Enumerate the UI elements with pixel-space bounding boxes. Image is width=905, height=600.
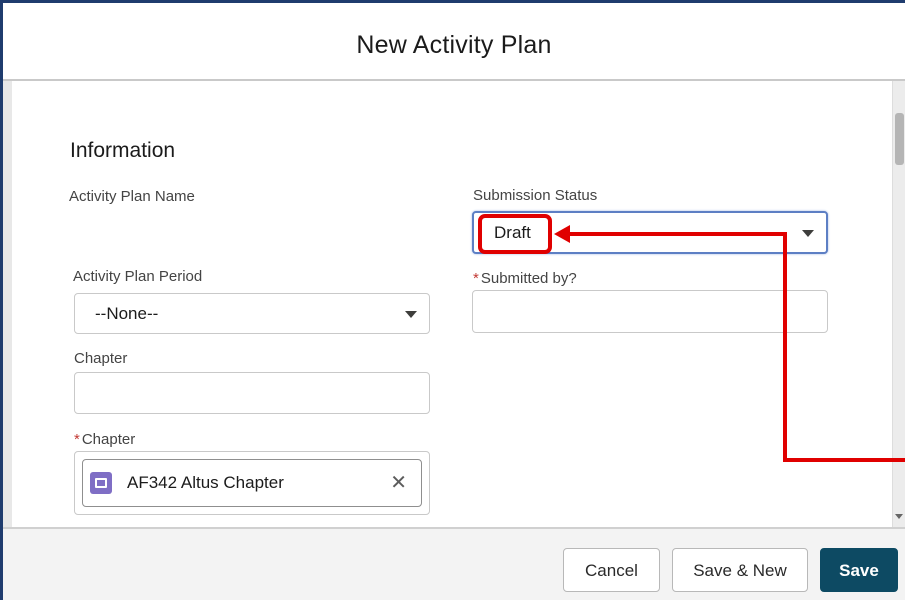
modal-footer: Cancel Save & New Save [3, 527, 905, 600]
annotation-arrow [554, 225, 905, 462]
save-button[interactable]: Save [820, 548, 898, 592]
cancel-button[interactable]: Cancel [563, 548, 660, 592]
annotation-arrow-head [554, 225, 570, 243]
annotation-arrow-line [566, 232, 905, 462]
save-and-new-button[interactable]: Save & New [672, 548, 808, 592]
